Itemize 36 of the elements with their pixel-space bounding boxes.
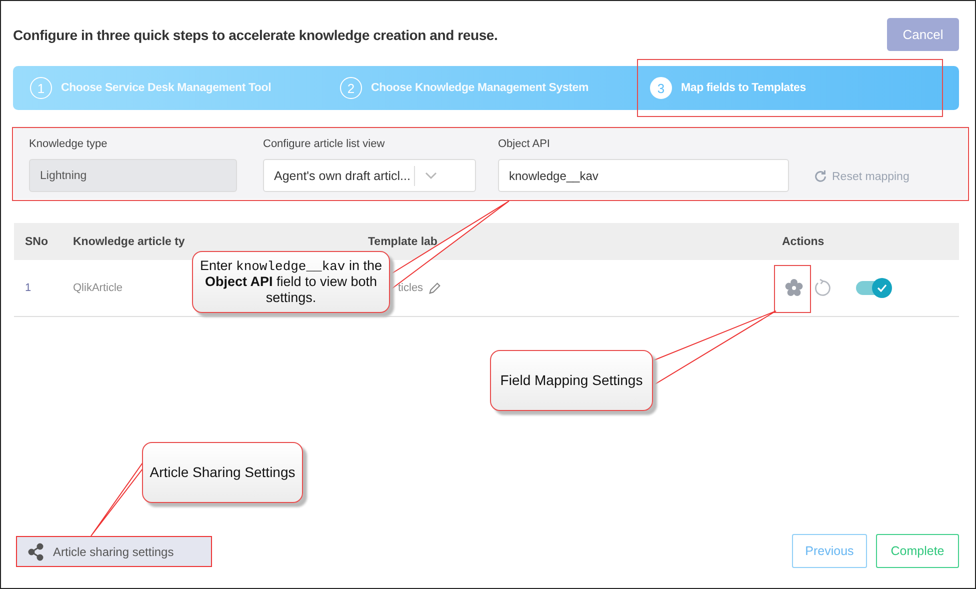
dropdown-field[interactable]: Agent's own draft articl... [263,159,476,192]
highlight-frame [774,265,811,313]
step-number: 1 [30,77,52,99]
page-heading: Configure in three quick steps to accelerate knowledge creation and reuse. [13,26,498,42]
gear-icon[interactable] [784,278,804,298]
input-field[interactable]: knowledge__kav [498,159,789,192]
chevron-down-icon [425,172,438,180]
refresh-icon [813,169,828,184]
step-number: 3 [650,77,672,99]
callout-text: Article Sharing Settings [150,464,296,481]
previous-button[interactable]: Previous [792,534,867,568]
pencil-icon[interactable] [428,282,442,294]
step-label[interactable]: Choose Service Desk Management Tool [61,82,272,94]
reset-mapping-button[interactable]: Reset mapping [813,169,910,184]
table-cell: ticles [398,282,424,294]
callout-text: Enter knowledge__kav in the Object API field to view both settings. [198,258,384,306]
share-icon [27,542,45,560]
reset-icon[interactable] [812,278,832,298]
table-cell: QlikArticle [73,282,123,294]
step-number: 2 [340,77,362,99]
column-header: SNo [24,236,49,248]
column-header: Knowledge article ty [73,236,185,248]
field-label: Object API [498,138,551,150]
article-sharing-button[interactable]: Article sharing settings [16,536,212,567]
column-header: Template lab [368,236,438,248]
column-header: Actions [782,236,826,248]
check-icon [877,284,887,292]
field-label: Configure article list view [263,138,386,150]
step-label[interactable]: Choose Knowledge Management System [371,82,588,94]
step-label[interactable]: Map fields to Templates [681,82,806,94]
callout-text: Field Mapping Settings [500,372,643,389]
table-cell-text: 1 [24,282,32,294]
cancel-button[interactable]: Cancel [887,18,959,51]
toggle-switch[interactable] [856,281,890,295]
field-label: Knowledge type [29,138,108,150]
complete-button[interactable]: Complete [876,534,959,568]
